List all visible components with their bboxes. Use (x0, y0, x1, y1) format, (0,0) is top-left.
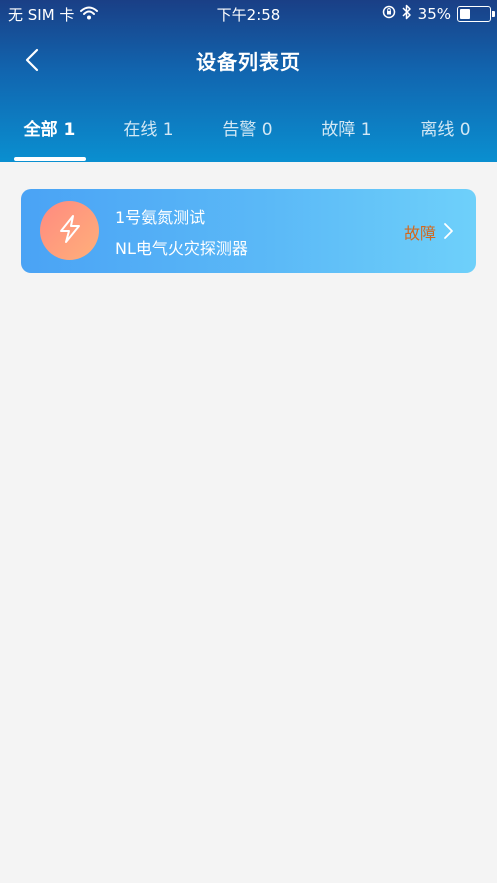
bluetooth-icon (402, 4, 412, 24)
device-type: NL电气火灾探测器 (115, 239, 248, 258)
device-card[interactable]: 1号氨氮测试 NL电气火灾探测器 故障 (21, 189, 476, 273)
orientation-lock-icon (382, 5, 396, 23)
tab-active-indicator (14, 157, 86, 161)
chevron-right-icon (442, 222, 456, 240)
tab-fault[interactable]: 故障 1 (297, 100, 396, 162)
battery-percent: 35% (417, 5, 451, 23)
battery-icon (457, 6, 495, 22)
tab-online[interactable]: 在线 1 (99, 100, 198, 162)
tab-offline[interactable]: 离线 0 (396, 100, 495, 162)
lightning-icon (56, 214, 84, 248)
tab-bar: 全部 1 在线 1 告警 0 故障 1 离线 0 (0, 100, 497, 162)
device-avatar (40, 201, 99, 260)
tab-alarm[interactable]: 告警 0 (198, 100, 297, 162)
battery-tip (492, 11, 495, 17)
status-right: 35% (382, 4, 495, 24)
battery-fill (460, 9, 470, 19)
header: 无 SIM 卡 下午2:58 35% 设备列表页 全部 1 在线 1 告警 0 … (0, 0, 497, 162)
tab-all[interactable]: 全部 1 (0, 100, 99, 162)
nav-bar: 设备列表页 (0, 36, 497, 84)
device-status: 故障 (403, 224, 436, 243)
device-name: 1号氨氮测试 (115, 208, 206, 227)
page-title: 设备列表页 (196, 50, 301, 74)
status-bar: 无 SIM 卡 下午2:58 35% (0, 0, 497, 26)
